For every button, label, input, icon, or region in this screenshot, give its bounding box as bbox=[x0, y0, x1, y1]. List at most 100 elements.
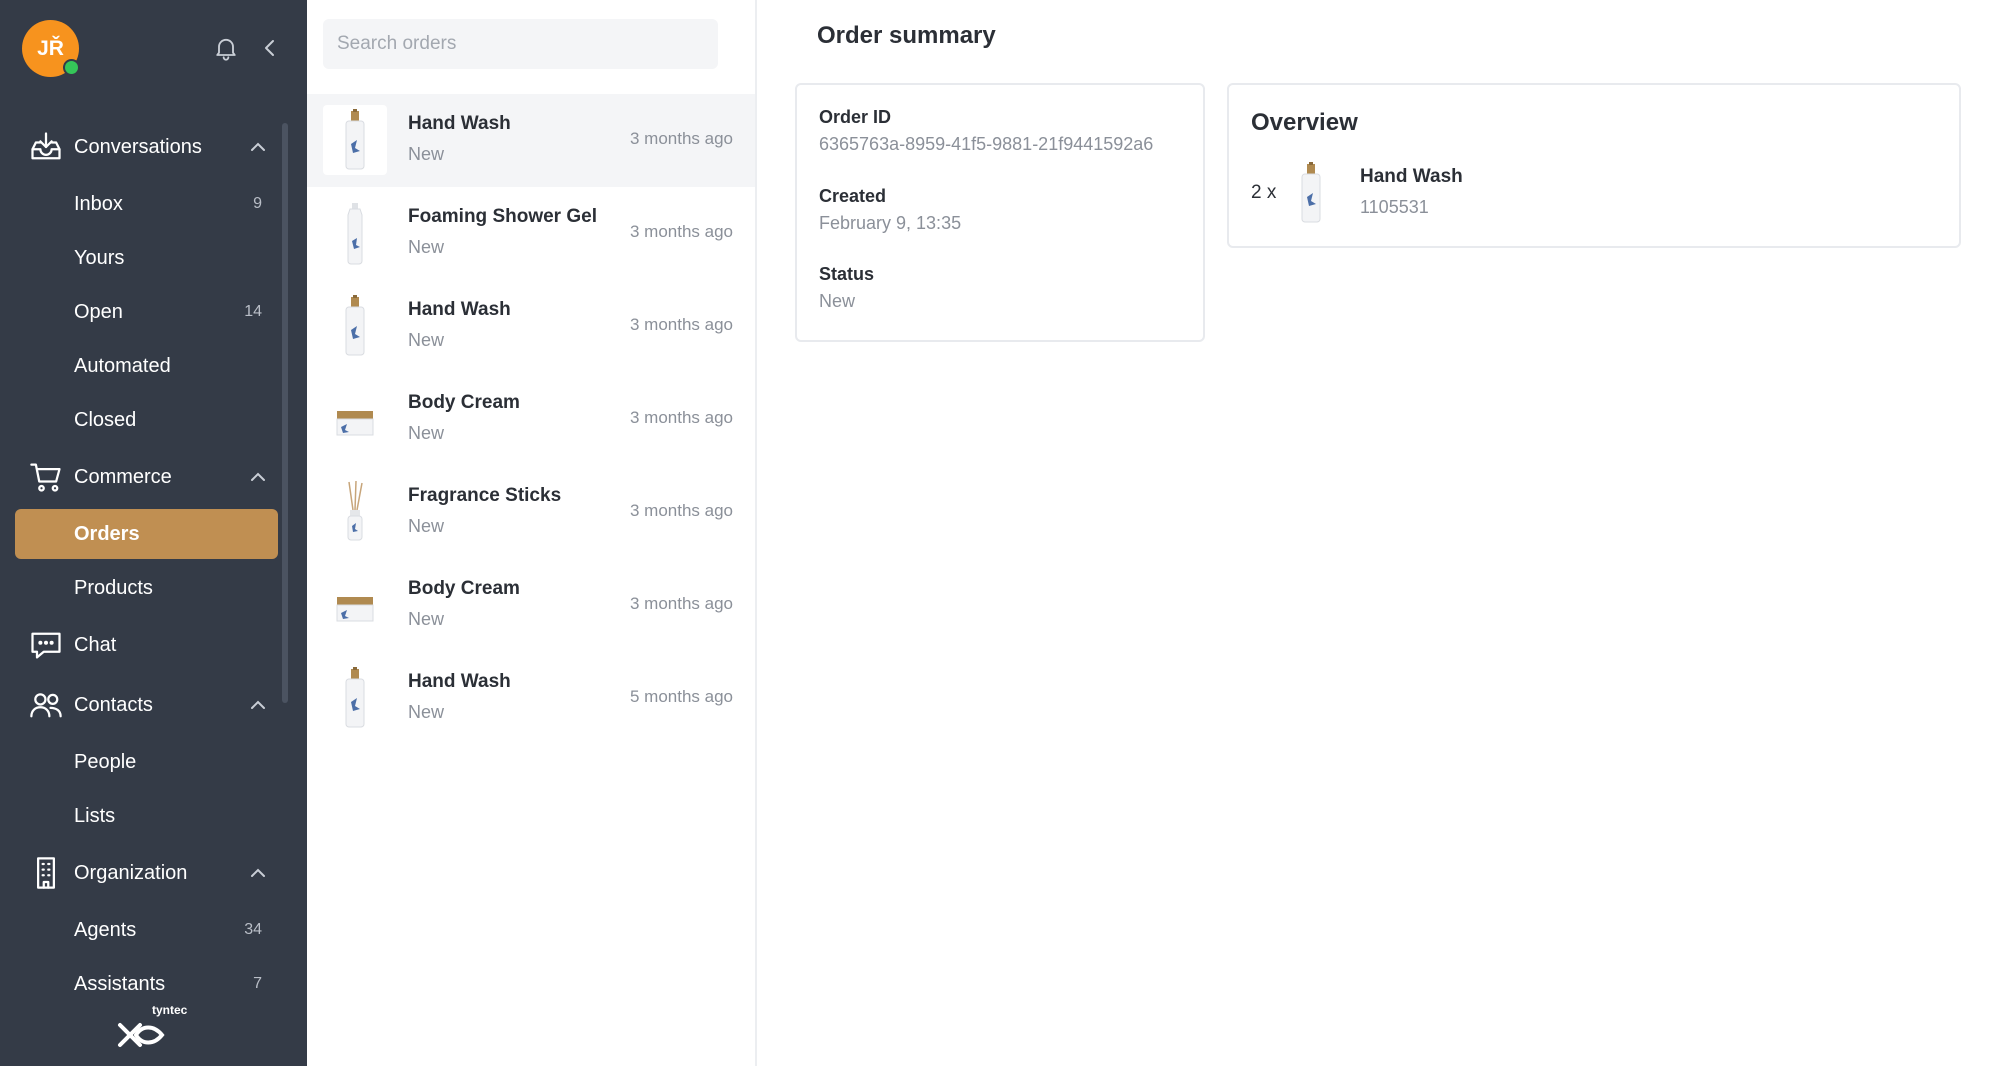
order-status: New bbox=[408, 144, 445, 164]
order-timestamp: 3 months ago bbox=[629, 315, 733, 334]
inbox-tray-icon bbox=[28, 129, 64, 165]
orders-list-pane: Hand WashNew3 months agoFoaming Shower G… bbox=[307, 0, 757, 1066]
overview-title: Overview bbox=[1251, 109, 1358, 136]
order-list-item[interactable]: Foaming Shower Gel New 3 months ago bbox=[307, 187, 755, 280]
chevron-up-icon[interactable] bbox=[248, 863, 268, 883]
sidebar: JŘ Conversations Inbox 9 Yours Open 14 A… bbox=[0, 0, 307, 1066]
sidebar-item-label: Assistants bbox=[74, 972, 166, 995]
collapse-sidebar-icon[interactable] bbox=[258, 34, 282, 62]
sidebar-item-automated[interactable]: Automated bbox=[0, 339, 290, 393]
shower-gel-bottle-icon bbox=[347, 203, 363, 265]
order-product-name: Fragrance Sticks bbox=[408, 485, 562, 506]
order-list-item[interactable]: Hand Wash New 3 months ago bbox=[307, 94, 755, 187]
sidebar-item-label: Open bbox=[74, 300, 123, 323]
nav-section-commerce[interactable]: Commerce bbox=[0, 447, 290, 507]
sidebar-item-label: People bbox=[74, 750, 137, 773]
nav-section-chat[interactable]: Chat bbox=[0, 615, 290, 675]
order-product-name: Hand Wash bbox=[408, 299, 511, 320]
order-product-name: Hand Wash bbox=[408, 113, 511, 134]
overview-product-thumbnail bbox=[1281, 158, 1341, 228]
overview-card: Overview 2 x Hand Wash 1105531 bbox=[1227, 83, 1961, 248]
sidebar-item-label: Closed bbox=[74, 408, 137, 431]
assistants-count: 7 bbox=[253, 975, 262, 992]
nav-section-organization[interactable]: Organization bbox=[0, 843, 290, 903]
product-thumbnail bbox=[323, 198, 387, 268]
sidebar-item-label: Orders bbox=[74, 522, 140, 545]
avatar[interactable]: JŘ bbox=[22, 20, 80, 77]
online-status-dot bbox=[63, 59, 80, 76]
sidebar-item-agents[interactable]: Agents 34 bbox=[0, 903, 290, 957]
people-icon bbox=[28, 687, 64, 723]
order-status: New bbox=[408, 609, 445, 629]
sidebar-item-open[interactable]: Open 14 bbox=[0, 285, 290, 339]
order-list-item[interactable]: Fragrance Sticks New 3 months ago bbox=[307, 466, 755, 559]
order-list-item[interactable]: Body Cream New 3 months ago bbox=[307, 373, 755, 466]
sidebar-item-products[interactable]: Products bbox=[0, 561, 290, 615]
fragrance-sticks-icon bbox=[347, 480, 363, 541]
agents-count: 34 bbox=[244, 921, 262, 938]
sidebar-item-label: Yours bbox=[74, 246, 125, 269]
product-thumbnail bbox=[323, 291, 387, 361]
order-id-value: 6365763a-8959-41f5-9881-21f9441592a6 bbox=[819, 134, 1154, 154]
order-timestamp: 3 months ago bbox=[629, 222, 733, 241]
created-value: February 9, 13:35 bbox=[819, 213, 962, 233]
sidebar-item-inbox[interactable]: Inbox 9 bbox=[0, 177, 290, 231]
order-status: New bbox=[408, 330, 445, 350]
hand-wash-bottle-icon bbox=[345, 295, 365, 356]
nav-section-label: Conversations bbox=[74, 135, 202, 158]
nav-section-label: Commerce bbox=[74, 465, 172, 488]
order-product-name: Foaming Shower Gel bbox=[408, 206, 597, 227]
sidebar-item-orders[interactable]: Orders bbox=[15, 509, 278, 559]
product-thumbnail bbox=[323, 477, 387, 547]
order-list-item[interactable]: Body Cream New 3 months ago bbox=[307, 559, 755, 652]
created-label: Created bbox=[819, 186, 887, 206]
order-product-name: Hand Wash bbox=[408, 671, 511, 692]
bell-icon[interactable] bbox=[212, 34, 240, 62]
sidebar-item-lists[interactable]: Lists bbox=[0, 789, 290, 843]
order-timestamp: 3 months ago bbox=[629, 408, 733, 427]
sidebar-item-people[interactable]: People bbox=[0, 735, 290, 789]
order-timestamp: 5 months ago bbox=[629, 687, 733, 706]
nav-section-contacts[interactable]: Contacts bbox=[0, 675, 290, 735]
overview-quantity: 2 x bbox=[1251, 182, 1277, 203]
page-title: Order summary bbox=[817, 22, 996, 49]
order-list-item[interactable]: Hand Wash New 5 months ago bbox=[307, 652, 755, 745]
overview-product-sku: 1105531 bbox=[1360, 197, 1429, 217]
nav-section-label: Contacts bbox=[74, 693, 153, 716]
order-id-label: Order ID bbox=[819, 107, 892, 127]
building-icon bbox=[28, 855, 64, 891]
sidebar-item-label: Inbox bbox=[74, 192, 123, 215]
order-list-item[interactable]: Hand Wash New 3 months ago bbox=[307, 280, 755, 373]
sidebar-item-label: Agents bbox=[74, 918, 137, 941]
order-product-name: Body Cream bbox=[408, 392, 520, 413]
status-field: Status New bbox=[819, 264, 874, 312]
chevron-up-icon[interactable] bbox=[248, 467, 268, 487]
order-timestamp: 3 months ago bbox=[629, 501, 733, 520]
chat-bubble-icon bbox=[28, 627, 64, 663]
chevron-up-icon[interactable] bbox=[248, 695, 268, 715]
order-id-field: Order ID 6365763a-8959-41f5-9881-21f9441… bbox=[819, 107, 1153, 155]
sidebar-item-yours[interactable]: Yours bbox=[0, 231, 290, 285]
tyntec-logo: tyntec bbox=[116, 1003, 196, 1053]
inbox-count: 9 bbox=[253, 195, 262, 212]
hand-wash-bottle-icon bbox=[345, 667, 365, 728]
sidebar-item-closed[interactable]: Closed bbox=[0, 393, 290, 447]
avatar-initials: JŘ bbox=[37, 36, 64, 60]
orders-list: Hand Wash New 3 months ago Foaming Shower G… bbox=[307, 94, 755, 745]
tyntec-logo-mark-icon bbox=[118, 1023, 165, 1047]
status-value: New bbox=[819, 291, 856, 311]
body-cream-jar-icon bbox=[336, 411, 374, 436]
nav-section-conversations[interactable]: Conversations bbox=[0, 117, 290, 177]
status-label: Status bbox=[819, 264, 875, 284]
order-summary-card: Order ID 6365763a-8959-41f5-9881-21f9441… bbox=[795, 83, 1205, 342]
search-orders-input[interactable] bbox=[323, 19, 718, 69]
order-status: New bbox=[408, 423, 445, 443]
order-status: New bbox=[408, 702, 445, 722]
nav-section-label: Chat bbox=[74, 633, 117, 656]
sidebar-item-label: Automated bbox=[74, 354, 171, 377]
shopping-cart-icon bbox=[28, 459, 64, 495]
brand-name: tyntec bbox=[152, 1003, 188, 1017]
product-thumbnail bbox=[323, 663, 387, 733]
order-status: New bbox=[408, 516, 445, 536]
chevron-up-icon[interactable] bbox=[248, 137, 268, 157]
